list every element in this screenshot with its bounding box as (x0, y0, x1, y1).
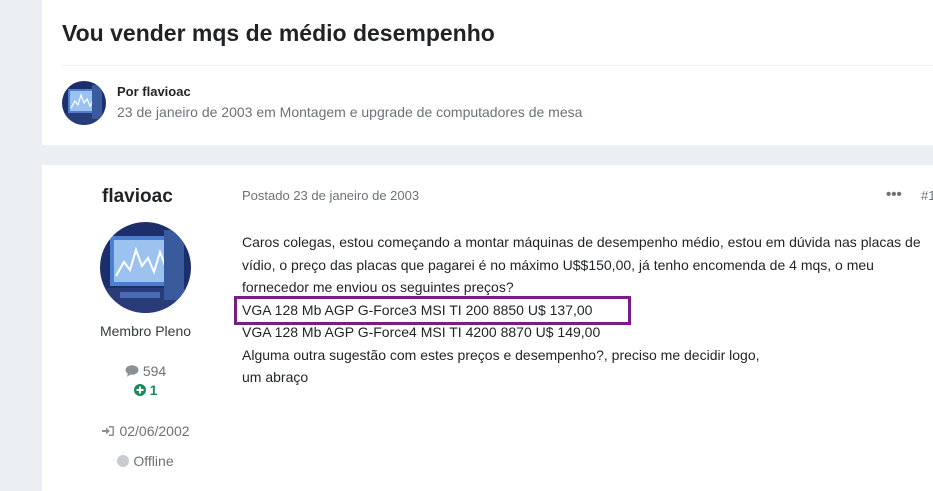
reputation-value: 1 (149, 382, 158, 398)
page-title: Vou vender mqs de médio desempenho (62, 20, 495, 46)
post-count: 594 (62, 363, 229, 379)
joined-date-value: 02/06/2002 (119, 423, 190, 439)
avatar-image (100, 222, 191, 313)
post-line: Alguma outra sugestão com estes preços e… (242, 346, 760, 363)
post-options-button[interactable]: ••• (886, 186, 902, 203)
member-rank: Membro Pleno (99, 323, 192, 339)
speech-bubble-icon (125, 365, 139, 377)
online-status-label: Offline (133, 453, 174, 469)
post-author-username[interactable]: flavioac (102, 186, 173, 208)
plus-circle-icon (133, 384, 146, 396)
post-date[interactable]: Postado 23 de janeiro de 2003 (242, 188, 419, 203)
offline-dot-icon (117, 455, 130, 467)
avatar[interactable] (62, 81, 106, 125)
avatar-image (62, 81, 106, 125)
byline-author[interactable]: Por flavioac (117, 84, 191, 99)
joined-date: 02/06/2002 (62, 423, 229, 439)
post-number-link[interactable]: #1 (921, 188, 933, 203)
post-paragraph: Caros colegas, estou começando a montar … (242, 234, 921, 295)
avatar[interactable] (100, 222, 191, 313)
topic-header-card: Vou vender mqs de médio desempenho Por f… (42, 0, 933, 145)
online-status: Offline (62, 453, 229, 469)
highlight-annotation-box (234, 296, 631, 325)
divider (62, 65, 933, 66)
reputation: 1 (62, 382, 229, 398)
post-card: flavioac Membro Pleno 594 1 02/06/2002 O… (42, 165, 933, 491)
post-count-value: 594 (142, 363, 167, 379)
post-line: um abraço (242, 369, 309, 385)
byline-meta: 23 de janeiro de 2003 em Montagem e upgr… (117, 104, 583, 120)
sign-in-icon (102, 426, 115, 436)
